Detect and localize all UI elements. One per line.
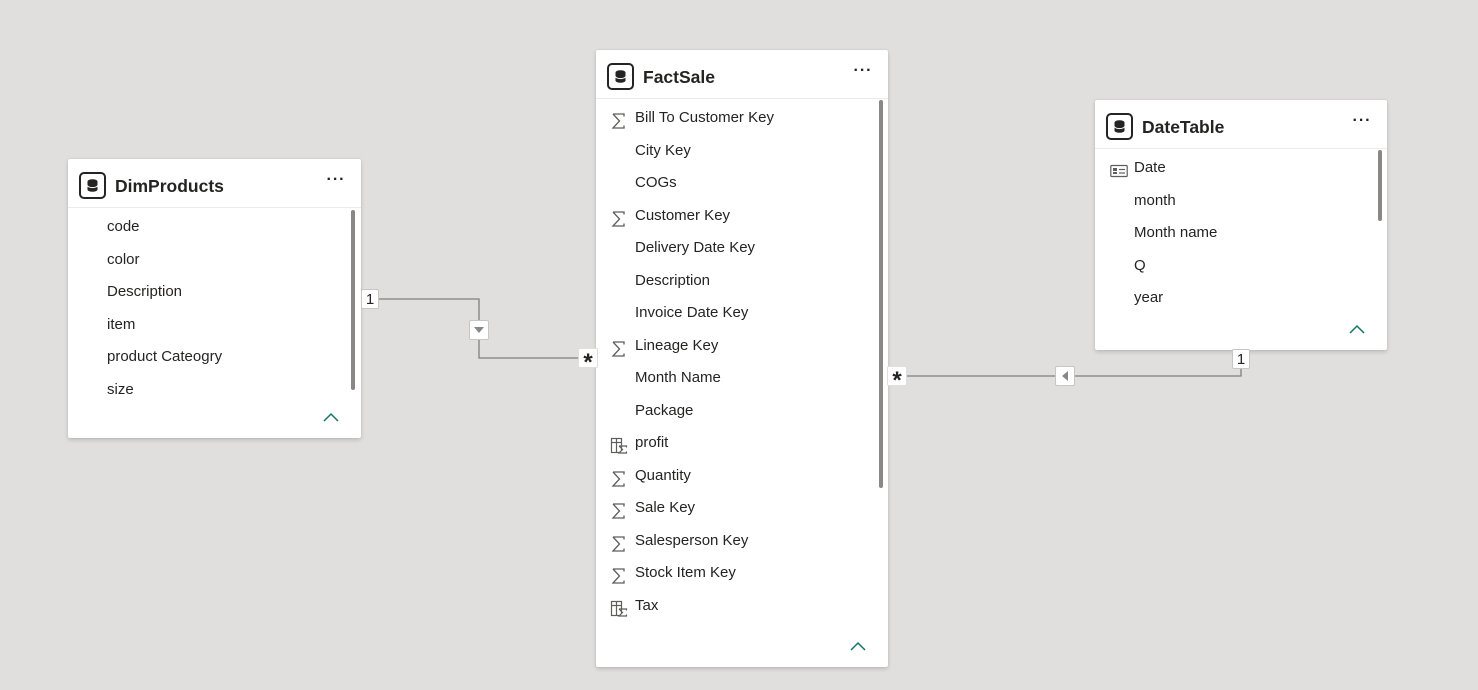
table-card-dimproducts[interactable]: DimProducts ··· code color Description i… [68,159,361,438]
table-header[interactable]: DateTable ··· [1095,100,1387,149]
field-item[interactable]: Description [68,276,361,309]
field-list: code color Description item product Cate… [68,208,361,406]
field-label: Month name [1134,224,1218,241]
field-item[interactable]: Quantity [596,460,888,493]
field-item[interactable]: year [1095,282,1387,315]
calculated-column-icon [610,598,628,617]
table-header[interactable]: DimProducts ··· [68,159,361,208]
table-card-factsale[interactable]: FactSale ··· Bill To Customer Key City K… [596,50,888,667]
cardinality-one-marker: 1 [1232,349,1250,369]
field-label: product Cateogry [107,348,223,365]
field-label: Delivery Date Key [635,239,756,256]
field-label: month [1134,191,1176,209]
table-title: DateTable [1142,117,1225,137]
scrollbar[interactable] [1378,150,1382,221]
cardinality-many-marker: * [887,366,907,394]
field-list: Date month Month name Q year [1095,149,1387,315]
more-options-button[interactable]: ··· [1351,113,1373,132]
field-label: Q [1134,256,1146,274]
field-label: year [1134,289,1164,306]
field-item[interactable]: Date [1095,152,1387,185]
sigma-icon [610,468,628,487]
field-label: Description [635,271,711,289]
field-item[interactable]: product Cateogry [68,341,361,374]
field-item[interactable]: item [68,309,361,342]
field-label: size [107,380,134,398]
field-label: Month Name [635,369,721,386]
field-item[interactable]: Month name [1095,217,1387,250]
field-label: Date [1134,159,1166,176]
scrollbar[interactable] [351,210,355,390]
field-label: Bill To Customer Key [635,109,774,126]
field-item[interactable]: Customer Key [596,200,888,233]
field-item[interactable]: City Key [596,135,888,168]
collapse-chevron-up-icon[interactable] [1347,323,1367,337]
field-label: COGs [635,174,677,191]
field-label: code [107,218,140,235]
field-label: City Key [635,141,691,159]
cardinality-one-marker: 1 [361,289,379,309]
date-hierarchy-icon [1110,160,1128,178]
field-item[interactable]: Package [596,395,888,428]
field-label: color [107,250,140,268]
field-label: Stock Item Key [635,564,736,581]
cardinality-many-marker: * [578,348,598,376]
sigma-icon [610,533,628,552]
field-item[interactable]: Sale Key [596,492,888,525]
more-options-button[interactable]: ··· [852,63,874,82]
sigma-icon [610,208,628,227]
field-label: Description [107,283,183,300]
field-item[interactable]: COGs [596,167,888,200]
field-item[interactable]: Description [596,265,888,298]
field-label: Package [635,401,694,419]
calculated-column-icon [610,435,628,454]
field-item[interactable]: Lineage Key [596,330,888,363]
more-options-button[interactable]: ··· [325,172,347,191]
sigma-icon [610,565,628,584]
field-label: item [107,315,136,333]
table-card-datetable[interactable]: DateTable ··· Date month Month name Q ye… [1095,100,1387,350]
field-item[interactable]: size [68,374,361,407]
field-list: Bill To Customer Key City Key COGs Custo… [596,99,888,622]
field-item[interactable]: Bill To Customer Key [596,102,888,135]
field-label: Salesperson Key [635,531,749,549]
cross-filter-down-icon[interactable] [469,320,489,340]
collapse-chevron-up-icon[interactable] [848,640,868,654]
field-label: Lineage Key [635,336,719,354]
collapse-chevron-up-icon[interactable] [321,411,341,425]
field-label: Tax [635,596,659,614]
database-icon [1106,113,1133,140]
field-item[interactable]: Stock Item Key [596,557,888,590]
database-icon [607,63,634,90]
field-item[interactable]: Month Name [596,362,888,395]
table-title: DimProducts [115,176,224,196]
field-label: Quantity [635,466,691,484]
database-icon [79,172,106,199]
field-label: Invoice Date Key [635,304,749,321]
sigma-icon [610,110,628,129]
field-item[interactable]: profit [596,427,888,460]
field-item[interactable]: month [1095,185,1387,218]
field-item[interactable]: Salesperson Key [596,525,888,558]
field-item[interactable]: Q [1095,250,1387,283]
field-item[interactable]: Tax [596,590,888,623]
cross-filter-left-icon[interactable] [1055,366,1075,386]
field-label: profit [635,434,669,451]
table-header[interactable]: FactSale ··· [596,50,888,99]
field-label: Sale Key [635,499,696,516]
sigma-icon [610,500,628,519]
sigma-icon [610,338,628,357]
field-item[interactable]: code [68,211,361,244]
scrollbar[interactable] [879,100,883,488]
field-label: Customer Key [635,206,731,224]
field-item[interactable]: color [68,244,361,277]
table-title: FactSale [643,67,715,87]
field-item[interactable]: Invoice Date Key [596,297,888,330]
field-item[interactable]: Delivery Date Key [596,232,888,265]
